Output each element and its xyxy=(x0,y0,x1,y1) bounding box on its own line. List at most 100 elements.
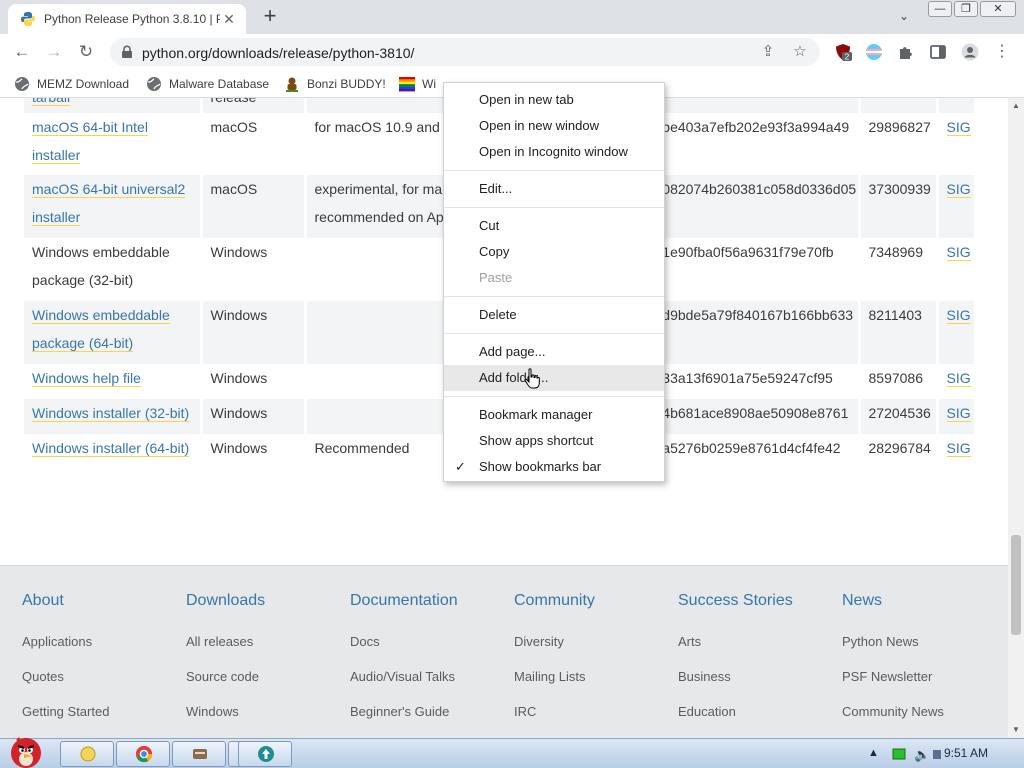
side-panel-icon[interactable] xyxy=(929,43,947,61)
footer-link[interactable]: Audio/Visual Talks xyxy=(350,669,510,704)
taskbar-clock[interactable]: 9:51 AM xyxy=(944,746,988,760)
gpg-sig-link[interactable]: SIG xyxy=(946,119,971,136)
footer-link[interactable]: Arts xyxy=(678,634,838,669)
window-close-button[interactable]: ✕ xyxy=(980,1,1016,17)
footer-link[interactable]: Diversity xyxy=(514,634,674,669)
footer-heading[interactable]: Success Stories xyxy=(678,592,838,614)
footer-heading[interactable]: News xyxy=(842,592,1002,614)
extensions-puzzle-icon[interactable] xyxy=(897,43,915,61)
url-text[interactable]: python.org/downloads/release/python-3810… xyxy=(142,45,414,61)
footer-link[interactable]: All releases xyxy=(186,634,346,669)
restore-button[interactable]: ❐ xyxy=(954,1,978,17)
browser-menu-button[interactable]: ⋮ xyxy=(990,40,1014,64)
file-link[interactable]: installer xyxy=(32,209,81,226)
taskbar-upload-button[interactable] xyxy=(238,741,292,767)
file-link: package (32-bit) xyxy=(32,272,134,288)
bookmark-bonzi-buddy[interactable]: Bonzi BUDDY! xyxy=(284,75,386,93)
gpg-sig-link[interactable]: SIG xyxy=(946,244,971,261)
footer-link[interactable]: IRC xyxy=(514,704,674,738)
menu-item-open-in-new-tab[interactable]: Open in new tab xyxy=(444,87,664,113)
footer-link[interactable]: Community News xyxy=(842,704,1002,738)
tab-search-button[interactable]: ⌄ xyxy=(894,9,914,25)
file-size: 29896827 xyxy=(868,119,931,135)
taskbar-bonzi-button[interactable] xyxy=(172,741,226,767)
menu-item-open-in-incognito-window[interactable]: Open in Incognito window xyxy=(444,139,664,165)
bookmark-malware-database[interactable]: Malware Database xyxy=(146,75,269,93)
footer-link[interactable]: Docs xyxy=(350,634,510,669)
menu-item-edit[interactable]: Edit... xyxy=(444,176,664,202)
gpg-sig-link[interactable]: SIG xyxy=(946,370,971,387)
profile-avatar-icon[interactable] xyxy=(961,43,979,61)
tab-title: Python Release Python 3.8.10 | P xyxy=(44,12,220,26)
footer-column: Success Stories Arts Business Education xyxy=(678,592,838,738)
gpg-sig-link[interactable]: SIG xyxy=(946,405,971,422)
file-link[interactable]: macOS 64-bit Intel xyxy=(32,119,148,136)
angry-bird-start-icon[interactable] xyxy=(2,731,50,768)
gpg-sig-link[interactable]: SIG xyxy=(946,307,971,324)
menu-item-bookmark-manager[interactable]: Bookmark manager xyxy=(444,402,664,428)
ublock-extension-icon[interactable]: 2 xyxy=(834,43,852,61)
network-icon[interactable] xyxy=(932,747,942,761)
footer-heading[interactable]: Community xyxy=(514,592,674,614)
file-link[interactable]: installer xyxy=(32,147,81,164)
gpg-sig-link[interactable]: SIG xyxy=(946,440,971,457)
footer-link[interactable]: Mailing Lists xyxy=(514,669,674,704)
bookmark-windows[interactable]: Wi xyxy=(399,75,436,93)
file-link[interactable]: package (64-bit) xyxy=(32,335,134,352)
new-tab-button[interactable]: + xyxy=(258,5,282,29)
file-size: 27204536 xyxy=(868,405,931,421)
address-bar[interactable]: python.org/downloads/release/python-3810… xyxy=(110,38,820,66)
md5-sum: 21e90fba0f56a9631f79e70fb xyxy=(654,244,834,260)
footer-link[interactable]: Applications xyxy=(22,634,182,669)
bookmark-star-icon[interactable]: ☆ xyxy=(790,42,810,62)
reload-button[interactable]: ↻ xyxy=(74,40,98,64)
python-logo-icon xyxy=(21,12,35,26)
lock-icon[interactable] xyxy=(120,45,134,59)
pride-flag-extension-icon[interactable] xyxy=(865,43,883,61)
file-link[interactable]: Windows embeddable xyxy=(32,307,170,324)
file-link[interactable]: Windows installer (32-bit) xyxy=(32,405,190,422)
menu-item-add-folder[interactable]: Add folder... xyxy=(444,365,664,391)
footer-link[interactable]: Beginner's Guide xyxy=(350,704,510,738)
menu-item-delete[interactable]: Delete xyxy=(444,302,664,328)
footer-heading[interactable]: Documentation xyxy=(350,592,510,614)
file-link[interactable]: Windows help file xyxy=(32,370,141,387)
gpg-sig-link[interactable]: SIG xyxy=(946,181,971,198)
menu-item-show-apps-shortcut[interactable]: Show apps shortcut xyxy=(444,428,664,454)
footer-link[interactable]: Windows xyxy=(186,704,346,738)
footer-heading[interactable]: Downloads xyxy=(186,592,346,614)
footer-link[interactable]: Quotes xyxy=(22,669,182,704)
menu-item-add-page[interactable]: Add page... xyxy=(444,339,664,365)
file-link[interactable]: Windows installer (64-bit) xyxy=(32,440,190,457)
footer-heading[interactable]: About xyxy=(22,592,182,614)
checkmark-icon: ✓ xyxy=(455,459,466,474)
menu-item-cut[interactable]: Cut xyxy=(444,213,664,239)
tray-expand-arrow-icon[interactable]: ▲ xyxy=(868,747,879,761)
scroll-down-arrow-icon[interactable]: ▼ xyxy=(1008,722,1024,738)
file-size-cell: 8597086 xyxy=(859,364,939,399)
menu-item-show-bookmarks-bar[interactable]: ✓ Show bookmarks bar xyxy=(444,454,664,480)
file-link[interactable]: tarball xyxy=(32,98,71,106)
footer-link[interactable]: Education xyxy=(678,704,838,738)
footer-link[interactable]: Business xyxy=(678,669,838,704)
taskbar-explorer-button[interactable] xyxy=(60,741,114,767)
menu-item-open-in-new-window[interactable]: Open in new window xyxy=(444,113,664,139)
bookmark-memz-download[interactable]: MEMZ Download xyxy=(14,75,129,93)
forward-button[interactable]: → xyxy=(42,40,66,64)
browser-tab[interactable]: Python Release Python 3.8.10 | P ✕ xyxy=(8,4,246,34)
file-link[interactable]: macOS 64-bit universal2 xyxy=(32,181,186,198)
back-button[interactable]: ← xyxy=(10,40,34,64)
page-scrollbar[interactable]: ▲ ▼ xyxy=(1008,98,1024,738)
scrollbar-thumb[interactable] xyxy=(1011,535,1021,635)
tab-close-icon[interactable]: ✕ xyxy=(220,10,238,28)
battery-icon[interactable] xyxy=(892,747,906,761)
menu-item-copy[interactable]: Copy xyxy=(444,239,664,265)
footer-link[interactable]: PSF Newsletter xyxy=(842,669,1002,704)
scroll-up-arrow-icon[interactable]: ▲ xyxy=(1008,98,1024,114)
share-icon[interactable]: ⇪ xyxy=(758,42,778,62)
volume-icon[interactable]: 🔈 xyxy=(914,747,930,762)
footer-link[interactable]: Python News xyxy=(842,634,1002,669)
minimize-button[interactable]: — xyxy=(928,1,952,17)
footer-link[interactable]: Source code xyxy=(186,669,346,704)
taskbar-chrome-button[interactable] xyxy=(116,741,170,767)
